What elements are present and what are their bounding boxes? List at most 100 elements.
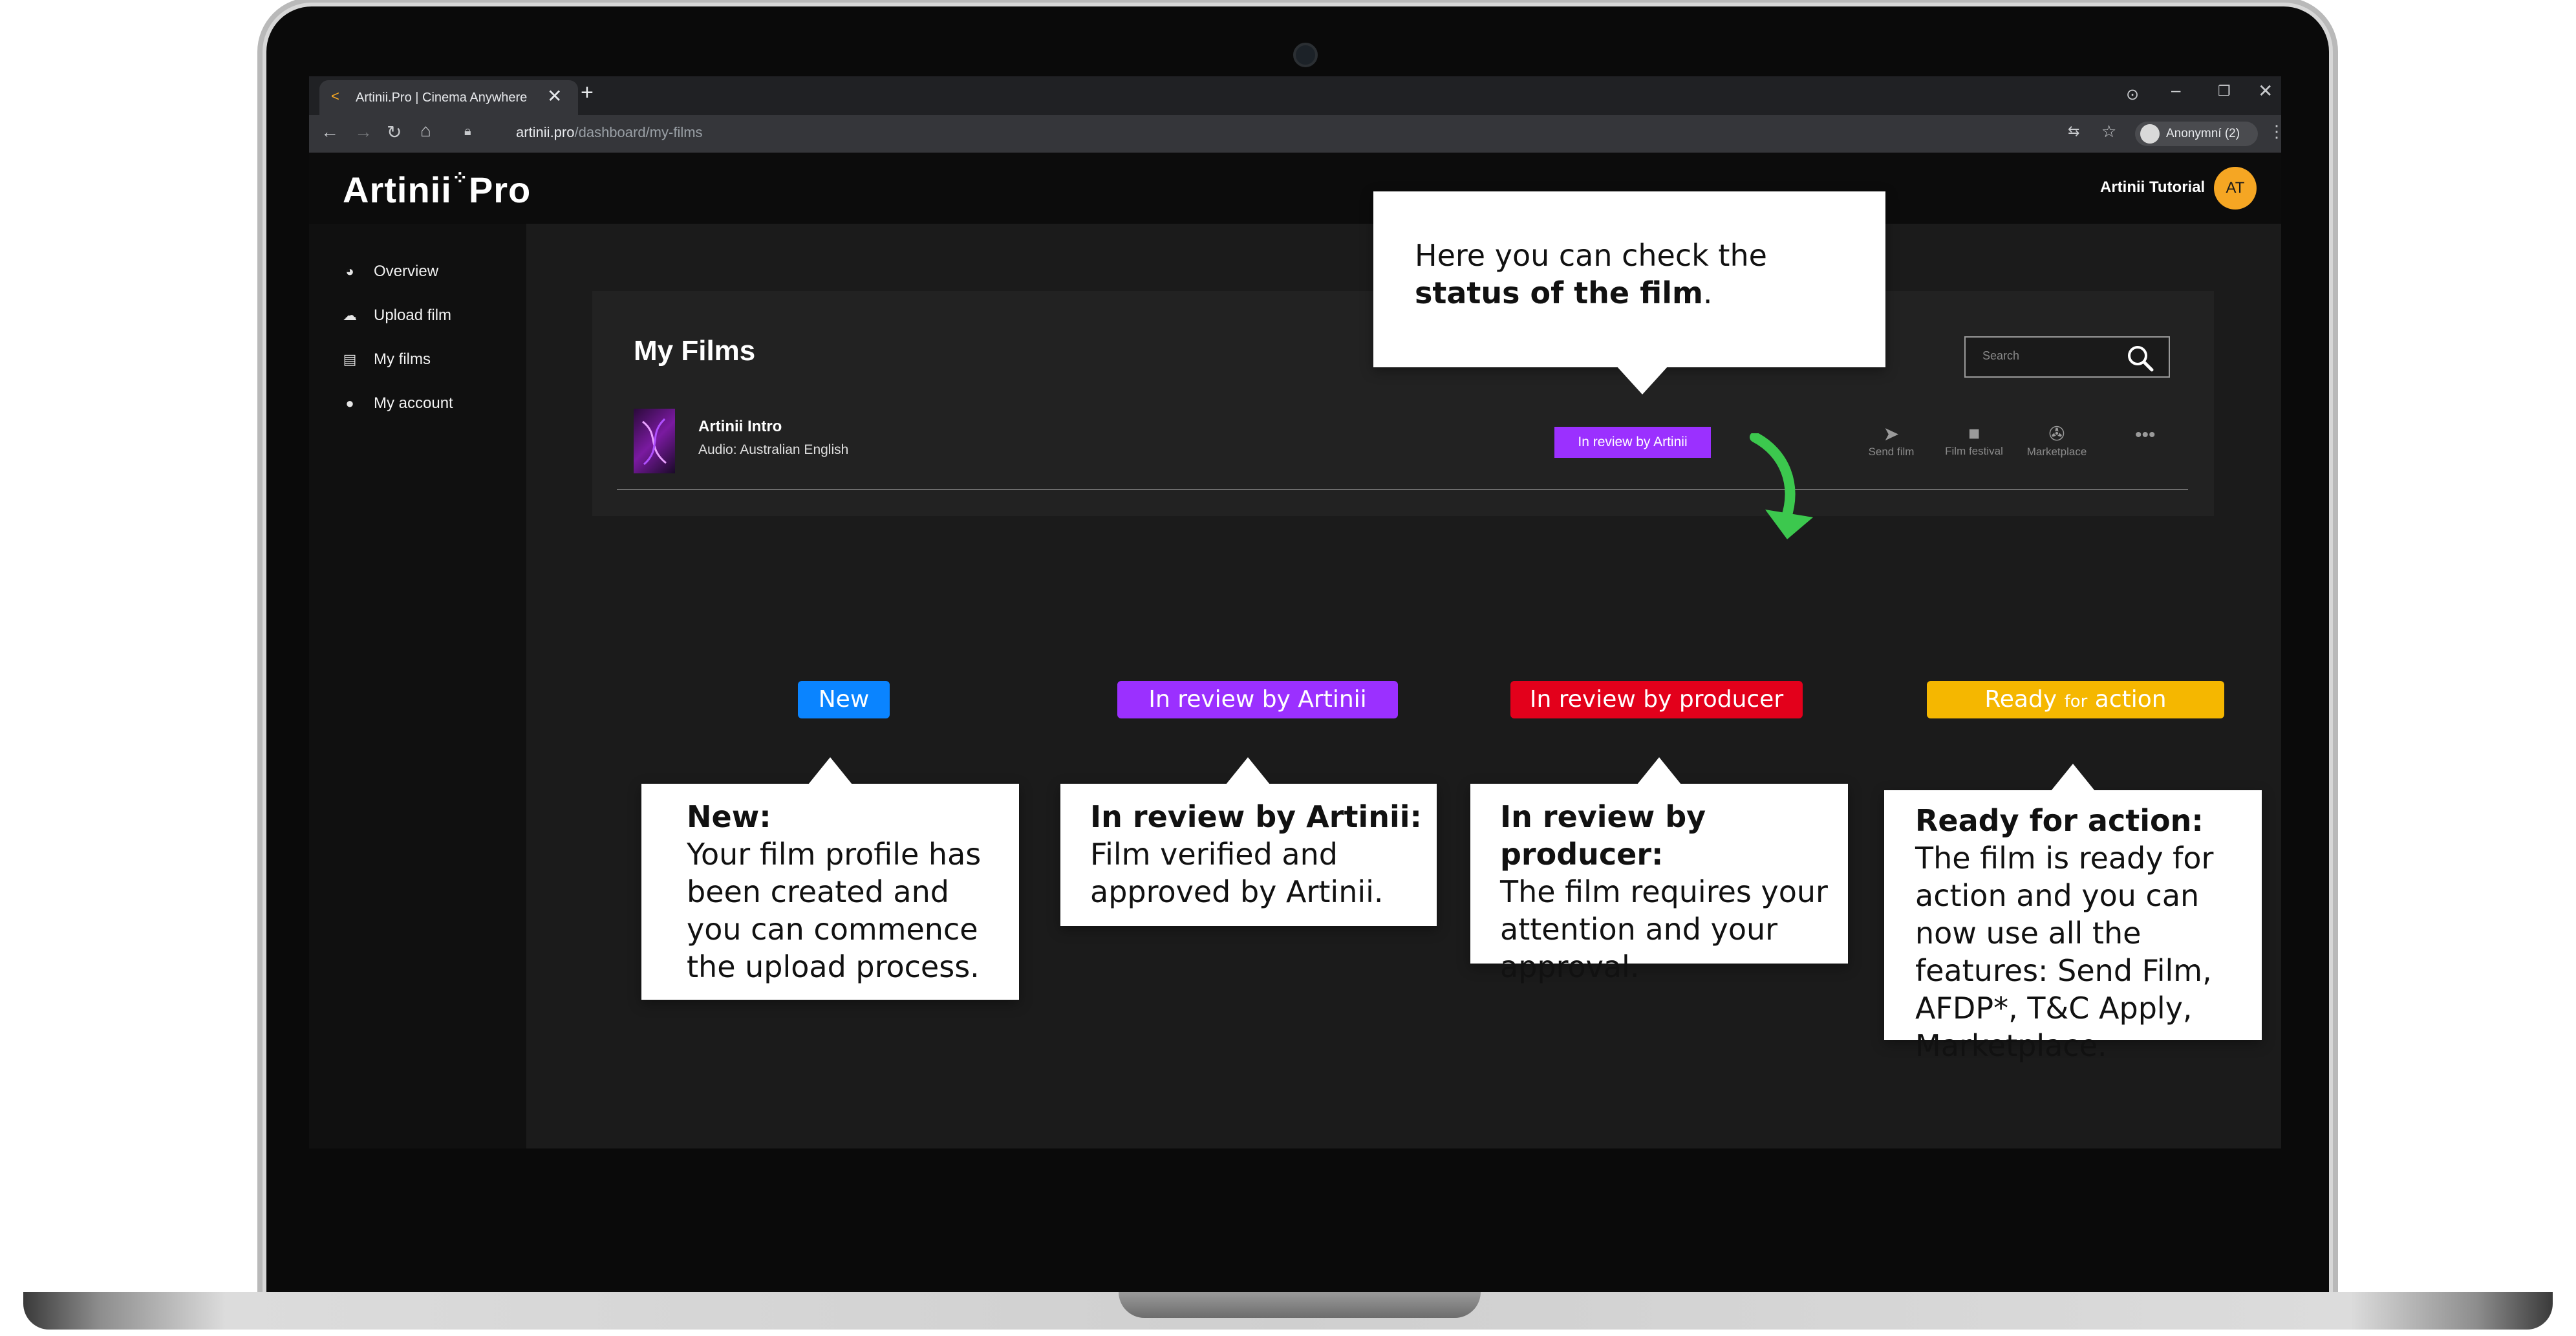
action-label: Marketplace [2026, 446, 2087, 458]
callout-pointer [2051, 764, 2095, 791]
sidebar-item-label: Overview [374, 263, 439, 280]
user-avatar[interactable]: AT [2214, 167, 2257, 210]
more-options-icon[interactable]: ••• [2135, 424, 2156, 446]
callout-body: In review by producer: The film requires … [1500, 798, 1843, 986]
profile-chip[interactable]: Anonymní (2) [2135, 122, 2258, 146]
sidebar-item-upload-film[interactable]: ☁ Upload film [341, 303, 451, 329]
status-pill-new: New [798, 681, 890, 718]
sidebar-item-label: My films [374, 350, 431, 368]
action-label: Film festival [1945, 445, 2003, 457]
profile-avatar [2140, 124, 2160, 144]
menu-kebab-icon[interactable]: ⋮ [2268, 122, 2281, 142]
film-reel-icon: ✇ [2048, 424, 2065, 445]
callout-text-bold: status of the film [1415, 275, 1703, 310]
lock-icon[interactable]: 🔒︎ [464, 124, 471, 139]
callout-pointer [1637, 757, 1681, 784]
app-header: Artinii⁘Pro Artinii Tutorial AT [309, 153, 2281, 224]
callout-heading: In review by Artinii: [1090, 799, 1422, 834]
user-name[interactable]: Artinii Tutorial [2100, 178, 2205, 197]
poster-art-icon [642, 418, 667, 466]
callout-heading: New: [687, 799, 771, 834]
favicon-icon: < [331, 88, 339, 104]
page-title: My Films [634, 335, 756, 367]
logo-text: Artinii [343, 169, 452, 210]
close-tab-icon[interactable]: ✕ [547, 85, 562, 107]
forward-icon[interactable]: → [354, 122, 372, 142]
callout-body: Ready for action: The film is ready for a… [1915, 802, 2251, 1064]
status-pill-ready-for-action: Ready for action [1927, 681, 2224, 718]
sidebar-item-label: My account [374, 394, 453, 412]
callout-pointer [808, 757, 852, 784]
translate-icon[interactable]: ⇆ [2068, 123, 2079, 140]
callout-in-review-producer: In review by producer: The film requires … [1470, 757, 1848, 984]
restore-icon[interactable]: ❐ [2218, 83, 2231, 100]
paper-plane-icon: ➤ [1883, 424, 1900, 445]
camera-icon: ■ [1968, 423, 1980, 444]
cloud-upload-icon: ☁ [343, 307, 357, 323]
bookmark-star-icon[interactable]: ☆ [2101, 122, 2116, 142]
film-icon: ▤ [343, 351, 357, 367]
browser-toolbar: ← → ↻ ⌂ 🔒︎ artinii.pro/dashboard/my-film… [309, 115, 2281, 153]
reload-icon[interactable]: ↻ [387, 122, 402, 143]
logo-spark-icon: ⁘ [451, 167, 469, 189]
callout-heading: In review by producer: [1500, 799, 1706, 872]
callout-body: New: Your film profile has been created a… [687, 798, 1010, 986]
status-callout-text: Here you can check the status of the fil… [1415, 237, 1867, 312]
url-path: /dashboard/my-films [574, 124, 703, 140]
address-bar[interactable]: artinii.pro/dashboard/my-films [516, 124, 703, 141]
callout-pointer [1226, 757, 1270, 784]
search-box[interactable]: Search [1964, 336, 2170, 378]
callout-pointer [1616, 366, 1668, 394]
tab-strip: < Artinii.Pro | Cinema Anywhere ✕ + ⊙ – … [309, 76, 2281, 115]
url-host: artinii.pro [516, 124, 575, 140]
sidebar-item-overview[interactable]: ◕ Overview [341, 259, 438, 285]
new-tab-icon[interactable]: + [581, 80, 594, 105]
dashboard-icon: ◕ [345, 263, 354, 279]
callout-text-pre: Here you can check the [1415, 238, 1767, 273]
callout-description: The film requires your attention and you… [1500, 874, 1828, 984]
browser-tab[interactable]: < Artinii.Pro | Cinema Anywhere ✕ [319, 80, 578, 115]
callout-description: Film verified and approved by Artinii. [1090, 837, 1384, 909]
search-input[interactable]: Search [1982, 349, 2019, 363]
tab-title: Artinii.Pro | Cinema Anywhere [356, 91, 528, 105]
pill-label-main: Ready [1984, 686, 2057, 713]
close-window-icon[interactable]: ✕ [2258, 80, 2273, 102]
profile-name: Anonymní (2) [2166, 127, 2240, 140]
minimize-icon[interactable]: – [2171, 80, 2180, 100]
status-pill-in-review-producer: In review by producer [1510, 681, 1803, 718]
film-title[interactable]: Artinii Intro [698, 418, 782, 436]
search-icon[interactable] [2126, 344, 2154, 372]
action-label: Send film [1868, 446, 1915, 458]
laptop-notch [1119, 1292, 1481, 1318]
marketplace-button[interactable]: ✇ Marketplace [2021, 423, 2092, 458]
film-festival-button[interactable]: ■ Film festival [1938, 423, 2010, 458]
home-icon[interactable]: ⌂ [420, 120, 431, 141]
status-pill-in-review-artinii: In review by Artinii [1117, 681, 1398, 718]
send-film-button[interactable]: ➤ Send film [1856, 423, 1927, 458]
tab-search-icon[interactable]: ⊙ [2126, 85, 2139, 104]
callout-new: New: Your film profile has been created a… [641, 757, 1019, 1000]
sidebar-item-my-account[interactable]: ● My account [341, 391, 453, 416]
callout-ready-for-action: Ready for action: The film is ready for a… [1884, 764, 2262, 1063]
callout-heading: Ready for action: [1915, 803, 2204, 838]
pill-label-end: action [2094, 686, 2167, 713]
status-badge: In review by Artinii [1554, 427, 1711, 458]
row-divider [617, 489, 2188, 490]
green-arrow-icon [1750, 433, 1813, 539]
callout-description: The film is ready for action and you can… [1915, 841, 2214, 1063]
app-logo[interactable]: Artinii⁘Pro [343, 167, 531, 211]
film-audio: Audio: Australian English [698, 442, 849, 457]
callout-description: Your film profile has been created and y… [687, 837, 982, 984]
pill-label-small: for [2064, 692, 2088, 711]
back-icon[interactable]: ← [321, 122, 339, 142]
film-poster[interactable] [634, 409, 675, 473]
status-callout: Here you can check the status of the fil… [1373, 191, 1885, 394]
user-icon: ● [345, 395, 354, 411]
sidebar-item-my-films[interactable]: ▤ My films [341, 347, 431, 372]
webcam [1293, 43, 1318, 67]
sidebar: ◕ Overview ☁ Upload film ▤ My films ● My acc… [309, 224, 526, 1148]
logo-suffix: Pro [468, 169, 531, 210]
callout-body: In review by Artinii: Film verified and a… [1090, 798, 1426, 910]
callout-in-review-artinii: In review by Artinii: Film verified and a… [1060, 757, 1437, 926]
callout-text-post: . [1702, 275, 1713, 310]
